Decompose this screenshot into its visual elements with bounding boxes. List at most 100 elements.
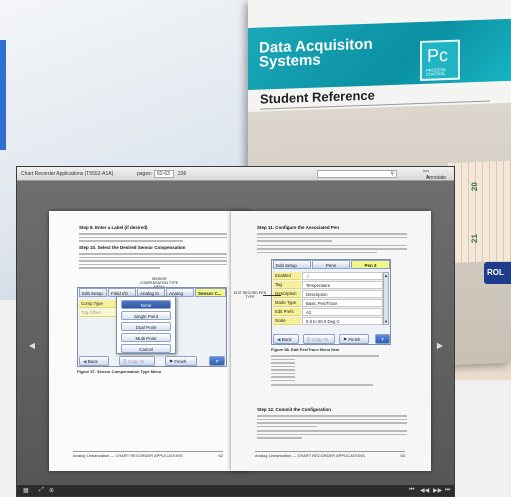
tag-label: Tag: [273, 281, 301, 289]
comp-type-menu: None Single Point Dual Point Multi Point…: [116, 296, 176, 354]
description-label: Description: [273, 290, 301, 298]
back-label: Back: [87, 359, 98, 364]
back-button[interactable]: ◀ Back: [273, 334, 299, 344]
finish-flag-icon: ⚑: [169, 359, 174, 364]
back-button[interactable]: ◀ Back: [79, 356, 109, 366]
help-button[interactable]: ?: [209, 356, 225, 366]
tag-value[interactable]: Temperature: [302, 281, 383, 289]
right-page-number: 63: [400, 453, 405, 458]
help-button[interactable]: ?: [375, 334, 390, 344]
copy-icon: ⎘: [307, 337, 311, 342]
scale-value[interactable]: 0.0 to 50.0 Deg C: [302, 317, 383, 325]
grid-icon[interactable]: ▦: [23, 487, 29, 494]
tab-sensor-comp[interactable]: Sensor C...: [195, 288, 226, 297]
pen-edit-panel: Edit Setup Pens Pen 2 Enabled ✓ Tag Temp…: [271, 259, 391, 345]
page-stage: ◀ ▶ Step 8. Enter a Label (if desired) S…: [17, 181, 454, 485]
cover-badge: ROL: [484, 262, 511, 284]
left-heading-2: Step 10. Select the Desired Sensor Compe…: [79, 245, 186, 250]
menu-item-dual-point[interactable]: Dual Point: [121, 322, 171, 331]
right-heading-1: Step 11. Configure the Associated Pen: [257, 225, 340, 230]
tab-edit-setup[interactable]: Edit Setup: [79, 288, 107, 297]
finish-label: Finish: [174, 359, 187, 364]
right-paragraph-2: [271, 353, 391, 388]
left-paragraph-2: [79, 251, 227, 271]
edit-prefs-label: Edit Prefs: [273, 308, 301, 316]
pen-row-tag[interactable]: Tag Temperature: [273, 281, 391, 289]
mode-type-label: Mode Type: [273, 299, 301, 307]
search-icon: ⚲: [390, 171, 394, 177]
finish-label: Finish: [348, 337, 361, 342]
right-heading-2: Step 12. Commit the Configuration: [257, 407, 332, 412]
description-value[interactable]: Description: [302, 290, 383, 298]
annotate-button[interactable]: ✎ Annotate: [423, 170, 446, 181]
chart-number: 20: [469, 181, 479, 192]
next-page-icon[interactable]: ▶▶: [433, 487, 442, 494]
pages-label: pages:: [137, 171, 153, 177]
left-figure-caption: Figure 57. Sensor Compensation Type Menu: [77, 369, 162, 374]
copy-to-button[interactable]: ⎘ Copy To: [119, 356, 155, 366]
pc-logo: Pc PROCESS CONTROL: [420, 39, 460, 81]
right-paragraph-3: [257, 413, 407, 441]
previous-page-arrow[interactable]: ◀: [27, 341, 37, 351]
left-button-bar: ◀ Back ⎘ Copy To ⚑ Finish ?: [79, 356, 227, 366]
left-footer-text: Analog Linearization — CHART RECORDER AP…: [73, 453, 183, 458]
tab-pens[interactable]: Pens: [312, 260, 350, 269]
left-footer: Analog Linearization — CHART RECORDER AP…: [73, 451, 223, 458]
right-page: Step 11. Configure the Associated Pen Ed…: [231, 211, 431, 471]
finish-button[interactable]: ⚑ Finish: [339, 334, 369, 344]
pen-row-enabled[interactable]: Enabled ✓: [273, 272, 391, 280]
total-pages: 236: [178, 171, 187, 177]
enabled-checkbox[interactable]: ✓: [302, 272, 383, 280]
finish-button[interactable]: ⚑ Finish: [165, 356, 197, 366]
left-page: Step 8. Enter a Label (if desired) Step …: [49, 211, 249, 471]
cover-chart-paper: 20 21: [448, 160, 511, 264]
copy-to-label: Copy To: [311, 337, 329, 342]
fullscreen-icon[interactable]: ⤢: [39, 487, 44, 494]
chart-number: 21: [469, 233, 479, 244]
tab-edit-setup-right[interactable]: Edit Setup: [273, 260, 311, 269]
scroll-up-icon[interactable]: ▲: [384, 273, 388, 278]
back-icon: ◀: [277, 337, 281, 342]
mode-type-value[interactable]: Basic Pen/Trace: [302, 299, 383, 307]
next-page-arrow[interactable]: ▶: [435, 341, 445, 351]
pen-scrollbar[interactable]: ▲ ▼: [383, 272, 389, 325]
first-page-icon[interactable]: ⏮: [409, 487, 414, 494]
left-heading-1: Step 8. Enter a Label (if desired): [79, 225, 148, 230]
pen-row-scale[interactable]: Scale 0.0 to 50.0 Deg C: [273, 317, 391, 325]
pen-row-mode-type[interactable]: Mode Type Basic Pen/Trace: [273, 299, 391, 307]
finish-flag-icon: ⚑: [343, 337, 348, 342]
right-button-bar: ◀ Back ⎘ Copy To ⚑ Finish ?: [273, 334, 391, 344]
menu-item-multi-point[interactable]: Multi Point: [121, 333, 171, 342]
cover-title: Data Acquisiton Systems: [259, 36, 409, 71]
copy-icon: ⎘: [123, 359, 127, 364]
back-icon: ◀: [83, 359, 87, 364]
zoom-icon[interactable]: ⊕: [49, 487, 54, 494]
search-input[interactable]: ⚲: [317, 170, 397, 178]
callout-line: [263, 295, 281, 296]
pen-row-description[interactable]: Description Description: [273, 290, 391, 298]
pen-row-edit-prefs[interactable]: Edit Prefs A2: [273, 308, 391, 316]
copy-to-button[interactable]: ⎘ Copy To: [303, 334, 335, 344]
viewer-toolbar: Chart Recorder Applications (T5552-A1A) …: [17, 167, 454, 181]
previous-page-icon[interactable]: ◀◀: [420, 487, 429, 494]
viewer-bottom-bar: ▦ ⤢ ⊕ ⏮ ◀◀ ▶▶ ⏭: [17, 485, 454, 496]
document-viewer: Chart Recorder Applications (T5552-A1A) …: [16, 166, 455, 497]
pc-logo-subtext: PROCESS CONTROL: [426, 67, 446, 77]
menu-item-none[interactable]: None: [121, 300, 171, 309]
right-paragraph-1: [257, 231, 407, 255]
edit-record-callout: EDIT RECORD PEN TYPE: [233, 291, 267, 299]
copy-to-label: Copy To: [127, 359, 145, 364]
last-page-icon[interactable]: ⏭: [445, 487, 450, 494]
menu-item-cancel[interactable]: Cancel: [121, 344, 171, 353]
menu-item-single-point[interactable]: Single Point: [121, 311, 171, 320]
right-figure-caption: Figure 58. Edit Pen/Trace Menu Item: [271, 347, 340, 352]
pc-logo-text: Pc: [427, 45, 449, 66]
page-number-input[interactable]: 62-63: [154, 170, 174, 178]
back-label: Back: [281, 337, 292, 342]
scale-label: Scale: [273, 317, 301, 325]
scroll-down-icon[interactable]: ▼: [384, 319, 388, 324]
left-paragraph-1: [79, 231, 227, 244]
right-footer: Analog Linearization — CHART RECORDER AP…: [255, 451, 405, 458]
edit-prefs-value[interactable]: A2: [302, 308, 383, 316]
tab-pen-2[interactable]: Pen 2: [351, 260, 390, 269]
